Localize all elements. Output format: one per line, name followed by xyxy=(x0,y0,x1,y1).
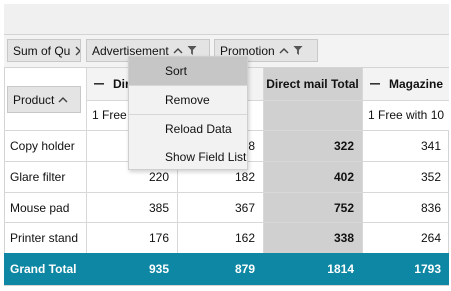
collapse-minus-icon[interactable] xyxy=(370,83,380,85)
sort-ascending-icon[interactable] xyxy=(279,47,289,55)
cell-value: 162 xyxy=(234,230,255,245)
total-cell-value: 338 xyxy=(263,222,362,253)
grid-line xyxy=(4,192,449,193)
row-field-label: Product xyxy=(13,92,55,107)
row-label: Copy holder xyxy=(10,138,75,153)
grand-total-value: 935 xyxy=(148,262,169,276)
sort-ascending-icon[interactable] xyxy=(58,96,68,104)
menu-item-reload-data[interactable]: Reload Data xyxy=(129,115,247,143)
total-cell-value: 322 xyxy=(263,130,362,161)
grand-total-value: 1814 xyxy=(327,262,354,276)
menu-item-sort[interactable]: Sort xyxy=(129,57,247,85)
grand-total-label: Grand Total xyxy=(10,262,77,276)
sort-ascending-icon[interactable] xyxy=(173,47,183,55)
cell-value: 352 xyxy=(420,169,441,184)
row-field-chip-product[interactable]: Product xyxy=(7,86,81,113)
cell-value: 836 xyxy=(420,200,441,215)
menu-item-remove[interactable]: Remove xyxy=(129,86,247,114)
values-field-label: Sum of Qu xyxy=(13,43,71,58)
total-column-fill xyxy=(263,100,362,130)
total-cell-value: 752 xyxy=(263,192,362,223)
menu-item-show-field-list[interactable]: Show Field List xyxy=(129,143,247,171)
grand-total-value: 1793 xyxy=(414,262,441,276)
grand-total-value: 879 xyxy=(234,262,255,276)
cell-value: 341 xyxy=(420,138,441,153)
total-cell-value: 402 xyxy=(263,161,362,192)
row-label: Printer stand xyxy=(10,230,79,245)
row-label: Mouse pad xyxy=(10,200,70,215)
pivot-toolbar xyxy=(4,4,449,35)
cell-value: 367 xyxy=(234,200,255,215)
row-label: Glare filter xyxy=(10,169,66,184)
column-group-label: Magazine xyxy=(389,77,444,91)
filter-icon[interactable] xyxy=(187,45,197,56)
grand-total-row: Grand Total 935 879 1814 1793 xyxy=(4,253,449,285)
cell-value: 176 xyxy=(148,230,169,245)
collapse-minus-icon[interactable] xyxy=(94,83,104,85)
column-total-header: Direct mail Total xyxy=(263,68,362,100)
column-sub-header: 1 Free with 10 xyxy=(362,100,449,130)
cell-value: 385 xyxy=(148,200,169,215)
filter-icon[interactable] xyxy=(293,45,303,56)
context-menu: Sort Remove Reload Data Show Field List xyxy=(128,56,248,170)
grid-line xyxy=(4,222,449,223)
values-field-chip[interactable]: Sum of Qu xyxy=(7,39,81,62)
cell-value: 264 xyxy=(420,230,441,245)
column-group-header-magazine[interactable]: Magazine xyxy=(362,68,449,100)
chevron-right-icon[interactable] xyxy=(74,46,80,56)
